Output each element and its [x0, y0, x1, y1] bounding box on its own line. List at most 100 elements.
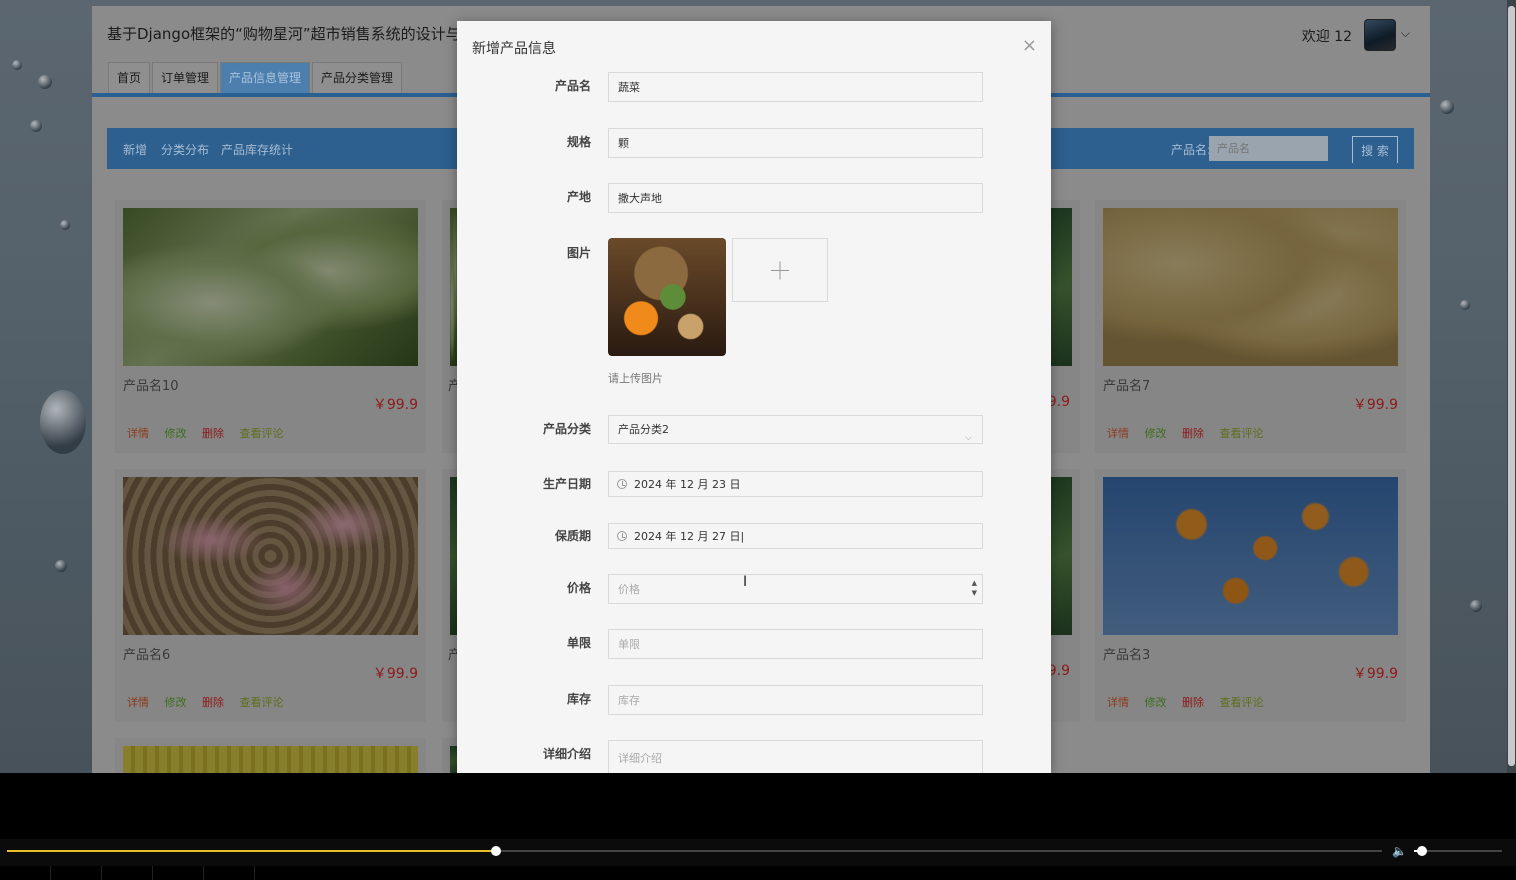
stepper-up-icon[interactable]: ▲ — [972, 578, 977, 588]
tab-home[interactable]: 首页 — [108, 62, 151, 94]
scrollbar-thumb[interactable] — [1508, 6, 1515, 766]
edit-link[interactable]: 修改 — [1145, 427, 1167, 440]
delete-link[interactable]: 删除 — [1182, 427, 1204, 440]
water-drop — [30, 120, 42, 132]
production-date-picker[interactable]: 2024 年 12 月 23 日 — [608, 471, 983, 497]
add-link[interactable]: 新增 — [123, 141, 147, 158]
product-name: 产品名7 — [1103, 379, 1151, 394]
comments-link[interactable]: 查看评论 — [1220, 427, 1264, 440]
stock-input[interactable] — [608, 685, 983, 715]
taskbar-slot — [0, 866, 51, 880]
delete-link[interactable]: 删除 — [202, 696, 224, 709]
clock-icon — [617, 531, 627, 541]
category-select-value: 产品分类2 — [618, 423, 669, 436]
tab-orders[interactable]: 订单管理 — [152, 62, 219, 94]
avatar[interactable] — [1364, 19, 1396, 51]
detail-link[interactable]: 详情 — [1107, 427, 1129, 440]
comments-link[interactable]: 查看评论 — [1220, 696, 1264, 709]
price-stepper[interactable]: ▲ ▼ — [972, 578, 977, 598]
delete-link[interactable]: 删除 — [202, 427, 224, 440]
product-card: 产品名6 ￥99.9 详情 修改 删除 查看评论 — [115, 469, 426, 722]
water-drop — [40, 390, 86, 454]
details-input[interactable] — [608, 740, 983, 773]
search-input[interactable] — [1209, 136, 1328, 161]
close-icon[interactable]: × — [1022, 35, 1037, 56]
volume-slider[interactable] — [1414, 846, 1502, 856]
taskbar-slot — [51, 866, 102, 880]
water-drop — [1460, 300, 1470, 310]
edit-link[interactable]: 修改 — [1145, 696, 1167, 709]
origin-input[interactable] — [608, 183, 983, 213]
product-name-input[interactable] — [608, 72, 983, 102]
spec-label: 规格 — [566, 135, 591, 149]
edit-link[interactable]: 修改 — [165, 427, 187, 440]
spec-input[interactable] — [608, 128, 983, 158]
stock-stats-link[interactable]: 产品库存统计 — [221, 141, 293, 158]
player-bar — [0, 839, 1516, 866]
delete-link[interactable]: 删除 — [1182, 696, 1204, 709]
category-distribution-link[interactable]: 分类分布 — [161, 141, 209, 158]
product-card: 9.9 — [1047, 469, 1080, 722]
comments-link[interactable]: 查看评论 — [240, 696, 284, 709]
clock-icon — [617, 479, 627, 489]
unit-limit-input[interactable] — [608, 629, 983, 659]
product-name: 产品名3 — [1103, 648, 1151, 663]
product-card: 9.9 — [1047, 200, 1080, 453]
product-card: 产 — [442, 469, 461, 722]
uploaded-image-thumbnail[interactable] — [608, 238, 726, 356]
product-name: 产品名6 — [123, 648, 171, 663]
shelf-life-picker[interactable]: 2024 年 12 月 27 日| — [608, 523, 983, 549]
product-image — [1103, 208, 1398, 366]
water-drop — [1470, 600, 1482, 612]
card-actions: 详情 修改 删除 查看评论 — [127, 694, 296, 710]
comments-link[interactable]: 查看评论 — [240, 427, 284, 440]
detail-link[interactable]: 详情 — [127, 427, 149, 440]
search-label: 产品名: — [1170, 143, 1211, 157]
main-nav: 首页 订单管理 产品信息管理 产品分类管理 — [108, 62, 403, 94]
app-title: 基于Django框架的“购物星河”超市销售系统的设计与实现 — [107, 25, 491, 43]
product-image — [1103, 477, 1398, 635]
image-label: 图片 — [566, 246, 591, 260]
product-price: ￥99.9 — [372, 397, 418, 413]
stepper-down-icon[interactable]: ▼ — [972, 588, 977, 598]
taskbar-slot — [153, 866, 204, 880]
production-date-label: 生产日期 — [542, 477, 591, 491]
edit-link[interactable]: 修改 — [165, 696, 187, 709]
product-card: 产 — [442, 200, 461, 453]
progress-bar[interactable] — [7, 846, 1382, 856]
chevron-down-icon[interactable]: ⌵ — [1401, 26, 1410, 41]
water-drop — [55, 560, 67, 572]
progress-fill — [7, 850, 497, 852]
product-price-partial: 9.9 — [1047, 394, 1070, 410]
search-button[interactable]: 搜 索 — [1352, 136, 1398, 163]
category-select[interactable]: 产品分类2 ⌵ — [608, 415, 983, 444]
price-label: 价格 — [566, 581, 591, 595]
production-date-value: 2024 年 12 月 23 日 — [634, 478, 741, 491]
card-actions: 详情 修改 删除 查看评论 — [1107, 425, 1276, 441]
price-input[interactable] — [608, 574, 983, 604]
welcome-text: 欢迎 12 — [1301, 29, 1352, 45]
details-label: 详细介绍 — [542, 747, 591, 761]
taskbar-strip — [0, 866, 1516, 880]
detail-link[interactable]: 详情 — [127, 696, 149, 709]
tab-categories[interactable]: 产品分类管理 — [312, 62, 403, 94]
detail-link[interactable]: 详情 — [1107, 696, 1129, 709]
upload-hint: 请上传图片 — [608, 372, 663, 385]
product-image — [123, 746, 418, 773]
water-drop — [12, 60, 22, 70]
product-price-partial: 9.9 — [1047, 663, 1070, 679]
page-scrollbar[interactable] — [1507, 0, 1516, 773]
origin-label: 产地 — [566, 190, 591, 204]
water-drop — [1440, 100, 1454, 114]
product-card: 产品名3 ￥99.9 详情 修改 删除 查看评论 — [1095, 469, 1406, 722]
product-card — [115, 738, 426, 773]
volume-icon[interactable]: 🔈 — [1392, 844, 1407, 858]
water-drop — [60, 220, 70, 230]
category-label: 产品分类 — [542, 422, 591, 436]
name-label: 产品名 — [554, 79, 591, 93]
volume-handle[interactable] — [1416, 846, 1427, 856]
taskbar-slot — [204, 866, 255, 880]
browser-viewport: 基于Django框架的“购物星河”超市销售系统的设计与实现 欢迎 12 ⌵ 首页… — [0, 0, 1516, 773]
tab-products[interactable]: 产品信息管理 — [220, 62, 311, 94]
upload-add-button[interactable] — [732, 238, 828, 302]
